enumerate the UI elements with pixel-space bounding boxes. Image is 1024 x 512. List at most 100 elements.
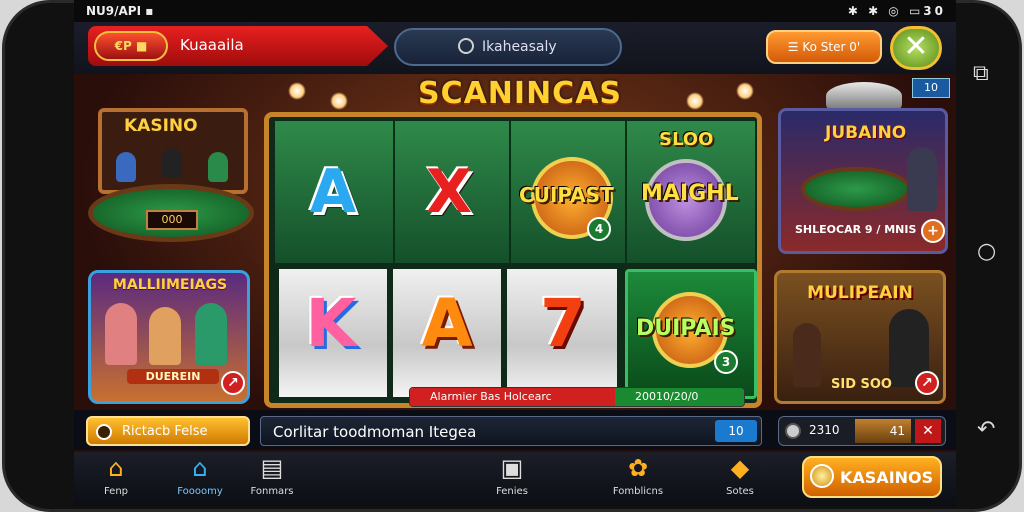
home-icon[interactable]: ○ [977,239,996,264]
nav-label: Fomblicns [612,486,664,497]
light-bulb-icon [288,82,306,100]
nav-label: Foooomy [177,486,223,497]
status-bar: NU9/API ▪ ✱ ✱ ◎ ▭30 [74,0,956,22]
nav-label: Fenies [496,486,528,497]
reel-symbol-word: MAIGHL [641,181,739,206]
light-bulb-icon [330,92,348,110]
reel-divider [625,121,627,263]
home-icon: ⌂ [108,454,124,482]
nav-item-forums[interactable]: ▤ Fonmars [242,454,302,504]
win-strip-right: 20010/20/0 [615,388,744,406]
bottom-nav: ⌂ Fenp ⌂ Foooomy ▤ Fonmars ▣ Fenies ✿ Fo… [74,452,956,506]
control-bar: Rictacb Felse Corlitar toodmoman Itegea … [74,410,956,450]
roulette-table [801,167,911,211]
kasino-sign-text: KASINO [124,116,198,136]
list-icon: ▤ [260,454,284,482]
diamond-icon: ◆ [730,454,750,482]
game-card-subtitle: SHLEOCAR 9 / MNIS [795,223,917,236]
marquee-badge[interactable]: 10 [715,420,757,442]
reel-divider [509,121,511,263]
nav-item-category[interactable]: ⌂ Foooomy [170,454,230,504]
ceiling-lamp-icon [826,82,902,110]
multiplier-badge: 3 [714,350,738,374]
dealer-avatar [162,148,182,178]
player-avatar [105,303,137,365]
bet-stepper[interactable]: 41 [855,419,911,443]
reel-symbol-word: CUIPAST [519,183,614,207]
recent-apps-icon[interactable]: ⧉ [973,61,989,86]
back-icon[interactable]: ↶ [977,417,995,442]
nav-item-favorites[interactable]: ▣ Fenies [482,454,542,504]
reel-divider [393,121,395,263]
reel-symbol: A [309,157,357,227]
menu-pill-button[interactable]: ☰ Ko Ster 0' [766,30,882,64]
player-avatar [149,307,181,365]
brand-banner[interactable]: €P ■ Kuaaaila [88,26,388,66]
feature-button-label: Rictacb Felse [122,424,208,439]
hero-title: SCANINCAS [417,76,623,111]
wallet-icon: ▣ [500,454,524,482]
win-strip: Alarmier Bas Holcearc 20010/20/0 [409,387,745,407]
top-bar: €P ■ Kuaaaila Ikaheasaly ☰ Ko Ster 0' ✕ [74,22,956,74]
bet-value: 2310 [809,423,840,437]
reel-symbol: X [425,157,473,227]
coin-icon [785,423,801,439]
close-star-button[interactable]: ✕ [890,26,942,70]
game-card-subtitle: SID SOO [831,377,892,392]
game-card-title: MALLIIMEIAGS [112,277,228,293]
game-card-title: MULIPEAIN [807,283,913,303]
gift-icon: ✿ [627,454,649,482]
marquee-text: Corlitar toodmoman Itegea [273,423,477,441]
search-text: Ikaheasaly [482,39,557,55]
search-icon [458,38,474,54]
light-bulb-icon [686,92,704,110]
nav-item-home[interactable]: ⌂ Fenp [86,454,146,504]
nav-item-stores[interactable]: ◆ Sotes [710,454,770,504]
light-bulb-icon [736,82,754,100]
slot-machine[interactable]: A X CUIPAST 4 SLOO MAIGHL K A 7 DUIPAIS … [264,112,762,408]
corner-tag[interactable]: 10 [912,78,950,98]
win-strip-left: Alarmier Bas Holcearc [410,388,615,406]
reel-symbol: 7 [540,285,586,362]
nav-label: Fonmars [250,486,294,497]
play-button[interactable]: ↗ [221,371,245,395]
status-left: NU9/API ▪ [86,4,154,18]
feature-button[interactable]: Rictacb Felse [86,416,250,446]
play-button[interactable]: ↗ [915,371,939,395]
coin-icon [96,424,112,440]
multiplier-badge: 4 [587,217,611,241]
category-icon: ⌂ [192,454,208,482]
magnifier-icon [810,464,834,488]
nav-item-promotions[interactable]: ✿ Fomblicns [608,454,668,504]
table-counter: 000 [146,210,198,230]
reel-symbol-word: SLOO [659,129,714,150]
game-card-title: JUBAINO [825,123,907,143]
status-icons: ✱ ✱ ◎ ▭30 [847,4,946,18]
game-card-left[interactable]: MALLIIMEIAGS DUEREIN ↗ [88,270,250,404]
reel-symbol: K [305,285,357,362]
bonus-card-word: DUIPAIS [636,316,736,341]
dealer-avatar [907,147,937,211]
brand-title: Kuaaaila [180,36,244,54]
game-card-right-bottom[interactable]: MULIPEAIN SID SOO ↗ [774,270,946,404]
bonus-card: DUIPAIS 3 [625,269,757,399]
kasinos-button[interactable]: KASAINOS [802,456,942,498]
app-screen: NU9/API ▪ ✱ ✱ ◎ ▭30 €P ■ Kuaaaila Ikahea… [74,0,956,506]
add-button[interactable]: + [921,219,945,243]
news-marquee[interactable]: Corlitar toodmoman Itegea 10 [260,416,762,446]
kasinos-button-label: KASAINOS [840,468,934,487]
bet-control[interactable]: 2310 41 ✕ [778,416,946,446]
brand-logo: €P ■ [94,31,168,61]
game-card-subtitle: DUEREIN [127,369,219,384]
player-avatar [195,303,227,365]
nav-label: Sotes [726,486,754,497]
search-bar[interactable]: Ikaheasaly [394,28,622,66]
reel-symbol: A [421,285,473,362]
dealer-avatar [793,323,821,387]
kasino-table-scene[interactable]: KASINO 000 [88,108,254,258]
game-card-right-top[interactable]: JUBAINO SHLEOCAR 9 / MNIS + [778,108,948,254]
dealer-avatar [116,152,136,182]
dealer-avatar [208,152,228,182]
bet-close-button[interactable]: ✕ [915,419,941,443]
nav-label: Fenp [103,486,129,497]
